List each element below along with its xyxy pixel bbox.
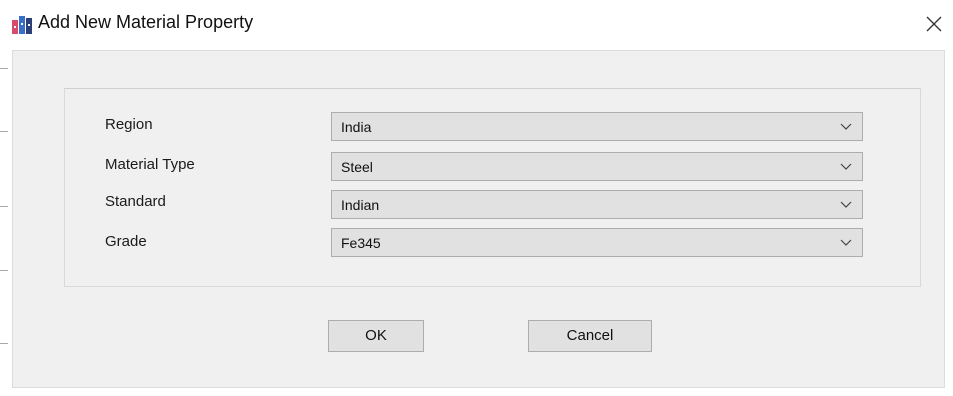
close-icon[interactable] [922, 12, 946, 36]
chevron-down-icon [840, 163, 852, 170]
standard-dropdown[interactable]: Indian [331, 190, 863, 219]
dialog-body: Region India Material Type Steel Standar… [12, 50, 945, 388]
ruler-tick [0, 206, 8, 207]
ruler-tick [0, 131, 8, 132]
standard-label: Standard [105, 193, 166, 210]
region-label: Region [105, 116, 153, 133]
ruler-tick [0, 343, 8, 344]
grade-value: Fe345 [341, 235, 381, 251]
add-material-dialog: Add New Material Property Region India M… [8, 0, 953, 396]
ok-button[interactable]: OK [328, 320, 424, 352]
region-value: India [341, 119, 372, 135]
material-type-value: Steel [341, 159, 373, 175]
grade-label: Grade [105, 233, 147, 250]
material-type-label: Material Type [105, 156, 195, 173]
app-logo-icon [12, 16, 32, 34]
material-type-dropdown[interactable]: Steel [331, 152, 863, 181]
dialog-title: Add New Material Property [38, 12, 254, 32]
ruler-tick [0, 270, 8, 271]
grade-dropdown[interactable]: Fe345 [331, 228, 863, 257]
standard-value: Indian [341, 197, 380, 213]
region-dropdown[interactable]: India [331, 112, 863, 141]
title-bar[interactable]: Add New Material Property [8, 0, 953, 50]
chevron-down-icon [840, 201, 852, 208]
ruler-tick [0, 68, 8, 69]
chevron-down-icon [840, 123, 852, 130]
cancel-button[interactable]: Cancel [528, 320, 652, 352]
chevron-down-icon [840, 239, 852, 246]
